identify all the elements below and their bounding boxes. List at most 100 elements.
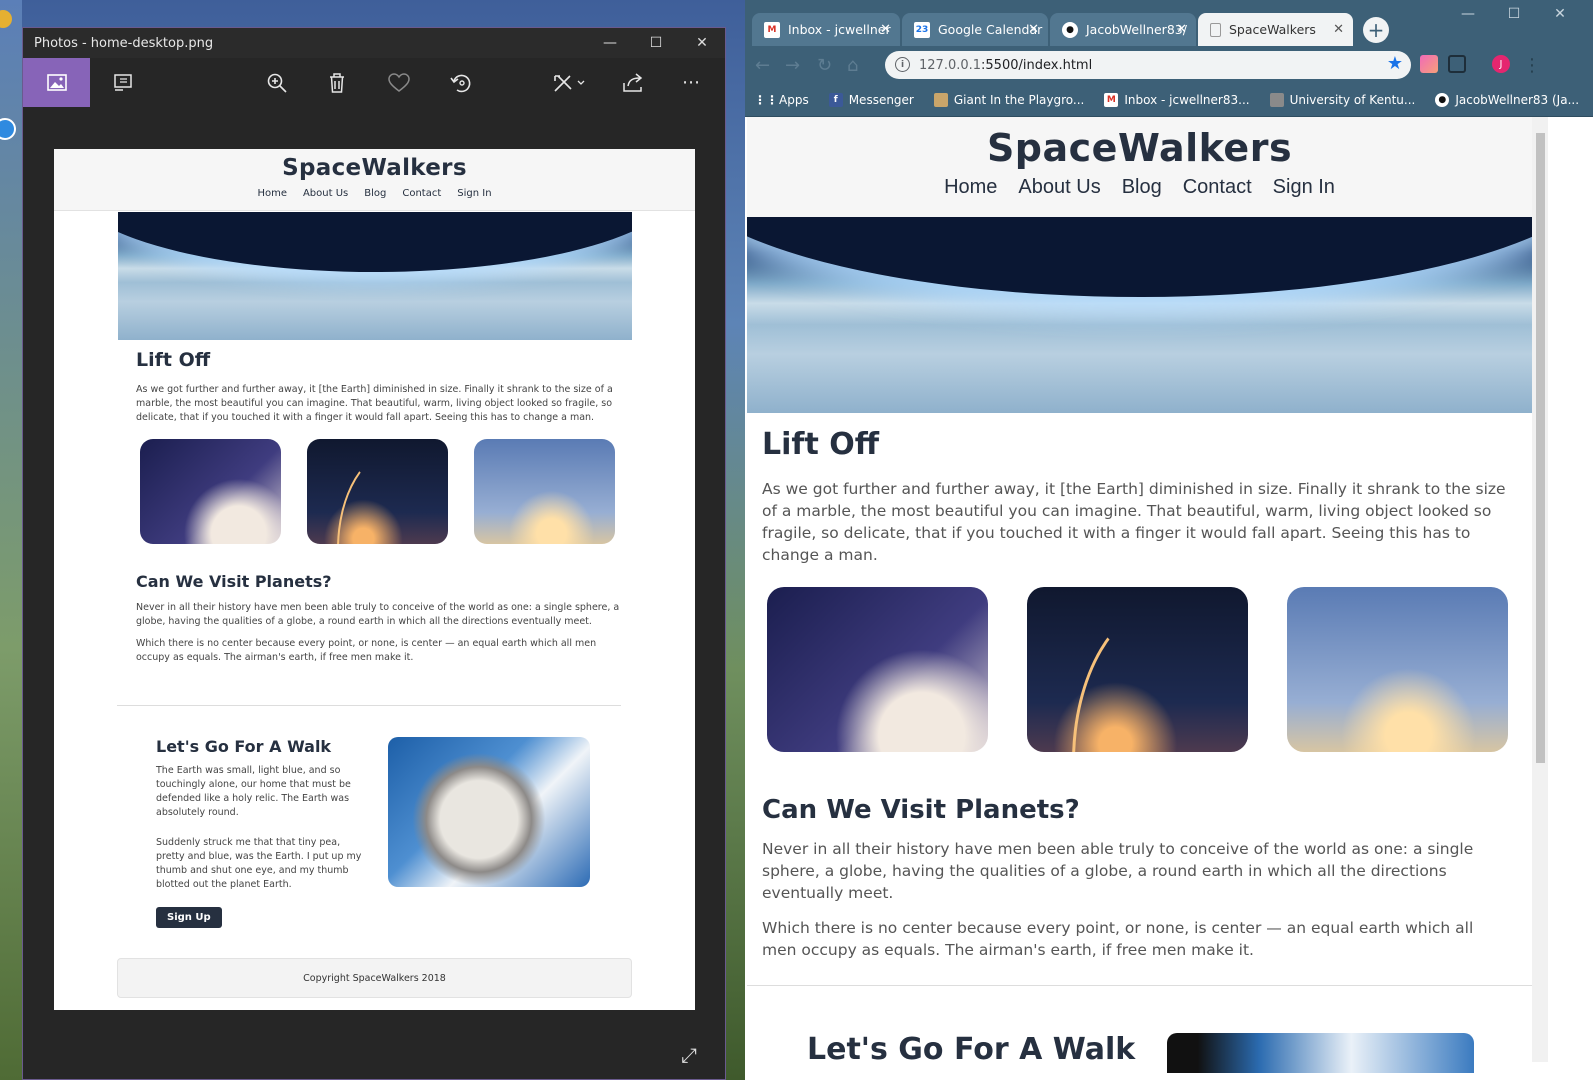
slideshow-icon[interactable]	[101, 58, 145, 107]
walk-paragraph-1: The Earth was small, light blue, and so …	[156, 765, 351, 818]
nav-blog[interactable]: Blog	[1122, 176, 1162, 199]
forward-icon[interactable]: →	[785, 55, 800, 76]
bookmark-star-icon[interactable]: ★	[1387, 53, 1403, 74]
new-tab-button[interactable]: +	[1363, 17, 1389, 43]
walk-heading: Let's Go For A Walk	[156, 737, 332, 756]
cast-icon[interactable]	[1448, 55, 1466, 73]
gmail-icon: M	[764, 21, 780, 38]
nav-blog: Blog	[364, 188, 387, 199]
maximize-icon[interactable]: ☐	[633, 28, 679, 58]
tab-inbox[interactable]: M Inbox - jcwellner ✕	[752, 13, 900, 46]
scrollbar-thumb[interactable]	[1536, 133, 1545, 763]
bookmark-label: Apps	[779, 93, 809, 107]
delete-icon[interactable]	[315, 58, 359, 107]
nav-about-us[interactable]: About Us	[1018, 176, 1100, 199]
rotate-icon[interactable]	[439, 58, 483, 107]
nav-sign-in[interactable]: Sign In	[1273, 176, 1335, 199]
tab-label: JacobWellner83/	[1086, 22, 1187, 37]
bookmark-label: JacobWellner83 (Ja...	[1455, 93, 1580, 107]
tab-strip: M Inbox - jcwellner ✕ 23 Google Calendar…	[745, 0, 1593, 46]
tab-close-icon[interactable]: ✕	[1333, 22, 1344, 37]
home-icon[interactable]: ⌂	[847, 55, 858, 76]
page-icon	[1210, 22, 1221, 37]
vertical-scrollbar[interactable]	[1532, 117, 1548, 1062]
favorite-heart-icon[interactable]	[377, 58, 421, 107]
desktop-app-icon[interactable]	[0, 118, 16, 140]
maximize-icon[interactable]: ☐	[1491, 6, 1537, 22]
tab-spacewalkers[interactable]: SpaceWalkers ✕	[1198, 13, 1353, 46]
nav-home: Home	[257, 188, 287, 199]
launchpad-image	[1287, 587, 1508, 752]
bookmark-inbox[interactable]: M Inbox - jcwellner83...	[1104, 93, 1250, 107]
nav-contact[interactable]: Contact	[1183, 176, 1252, 199]
tab-github[interactable]: ● JacobWellner83/ ✕	[1050, 13, 1196, 46]
zoom-in-icon[interactable]	[255, 58, 299, 107]
hero-earth-image	[747, 217, 1532, 413]
reload-icon[interactable]: ↻	[817, 55, 832, 76]
minimize-icon[interactable]: —	[1445, 6, 1491, 22]
minimize-icon[interactable]: —	[587, 28, 633, 58]
site-header: SpaceWalkers Home About Us Blog Contact …	[54, 149, 695, 211]
astronaut-image	[1167, 1033, 1474, 1073]
bookmark-messenger[interactable]: f Messenger	[828, 93, 914, 107]
nav-sign-in: Sign In	[457, 188, 492, 199]
more-options-icon[interactable]: ⋯	[669, 58, 713, 107]
bookmark-label: University of Kentu...	[1289, 93, 1416, 107]
bookmark-apps[interactable]: ⋮⋮ Apps	[754, 93, 809, 107]
walk-paragraph-2: Suddenly struck me that that tiny pea, p…	[156, 837, 362, 890]
bookmark-label: Giant In the Playgro...	[953, 93, 1085, 107]
astronaut-image	[388, 737, 590, 887]
page-viewport: SpaceWalkers Home About Us Blog Contact …	[747, 117, 1532, 1080]
photo-canvas: SpaceWalkers Home About Us Blog Contact …	[54, 149, 695, 1010]
shuttle-image	[767, 587, 988, 752]
nav-home[interactable]: Home	[944, 176, 997, 199]
tab-label: SpaceWalkers	[1229, 22, 1316, 37]
tab-close-icon[interactable]: ✕	[1176, 22, 1187, 37]
back-icon[interactable]: ←	[755, 55, 770, 76]
apps-icon: ⋮⋮	[754, 93, 778, 107]
gmail-icon: M	[1104, 93, 1119, 107]
site-nav: Home About Us Blog Contact Sign In	[747, 176, 1532, 199]
planets-paragraph-1: Never in all their history have men been…	[762, 840, 1474, 902]
bookmark-image-icon	[933, 93, 948, 107]
tab-label: Google Calendar	[938, 22, 1043, 37]
close-icon[interactable]: ✕	[679, 28, 725, 58]
section-divider	[747, 985, 1532, 986]
site-info-icon[interactable]: i	[895, 57, 910, 72]
liftoff-text: As we got further and further away, it […	[136, 384, 613, 423]
shuttle-gallery	[140, 439, 621, 544]
planets-heading: Can We Visit Planets?	[762, 795, 1080, 825]
view-image-icon[interactable]	[23, 58, 90, 107]
rocket-trail-image	[1027, 587, 1248, 752]
site-nav: Home About Us Blog Contact Sign In	[54, 188, 695, 199]
tab-label: Inbox - jcwellner	[788, 22, 891, 37]
extension-icon[interactable]	[1420, 55, 1438, 73]
photos-titlebar: Photos - home-desktop.png — ☐ ✕	[23, 28, 725, 58]
photos-toolbar: ⋯	[23, 58, 725, 107]
tab-close-icon[interactable]: ✕	[1028, 22, 1039, 37]
fullscreen-expand-icon[interactable]: ⤢	[681, 1043, 697, 1067]
launchpad-image	[474, 439, 615, 544]
photos-window: Photos - home-desktop.png — ☐ ✕ ⋯ SpaceW…	[22, 27, 726, 1080]
bookmark-label: Messenger	[848, 93, 914, 107]
liftoff-heading: Lift Off	[762, 427, 880, 462]
bookmark-giant[interactable]: Giant In the Playgro...	[933, 93, 1085, 107]
address-bar[interactable]: i 127.0.0.1:5500/index.html ★	[885, 51, 1411, 79]
close-icon[interactable]: ✕	[1537, 6, 1583, 22]
liftoff-text: As we got further and further away, it […	[762, 480, 1506, 564]
chrome-menu-icon[interactable]: ⋮	[1523, 55, 1541, 76]
tab-close-icon[interactable]: ✕	[880, 22, 891, 37]
tab-calendar[interactable]: 23 Google Calendar ✕	[902, 13, 1048, 46]
desktop-app-icon[interactable]	[0, 10, 12, 28]
sign-up-button: Sign Up	[156, 907, 222, 928]
bookmark-github[interactable]: ● JacobWellner83 (Ja...	[1435, 93, 1579, 107]
profile-avatar[interactable]: J	[1492, 55, 1510, 73]
share-icon[interactable]	[611, 58, 655, 107]
calendar-icon: 23	[914, 21, 930, 38]
bookmark-label: Inbox - jcwellner83...	[1124, 93, 1250, 107]
bookmark-image-icon	[1269, 93, 1284, 107]
bookmarks-bar: ⋮⋮ Apps f Messenger Giant In the Playgro..…	[745, 84, 1593, 117]
bookmark-university[interactable]: University of Kentu...	[1269, 93, 1416, 107]
edit-create-icon[interactable]	[545, 58, 593, 107]
nav-contact: Contact	[402, 188, 442, 199]
